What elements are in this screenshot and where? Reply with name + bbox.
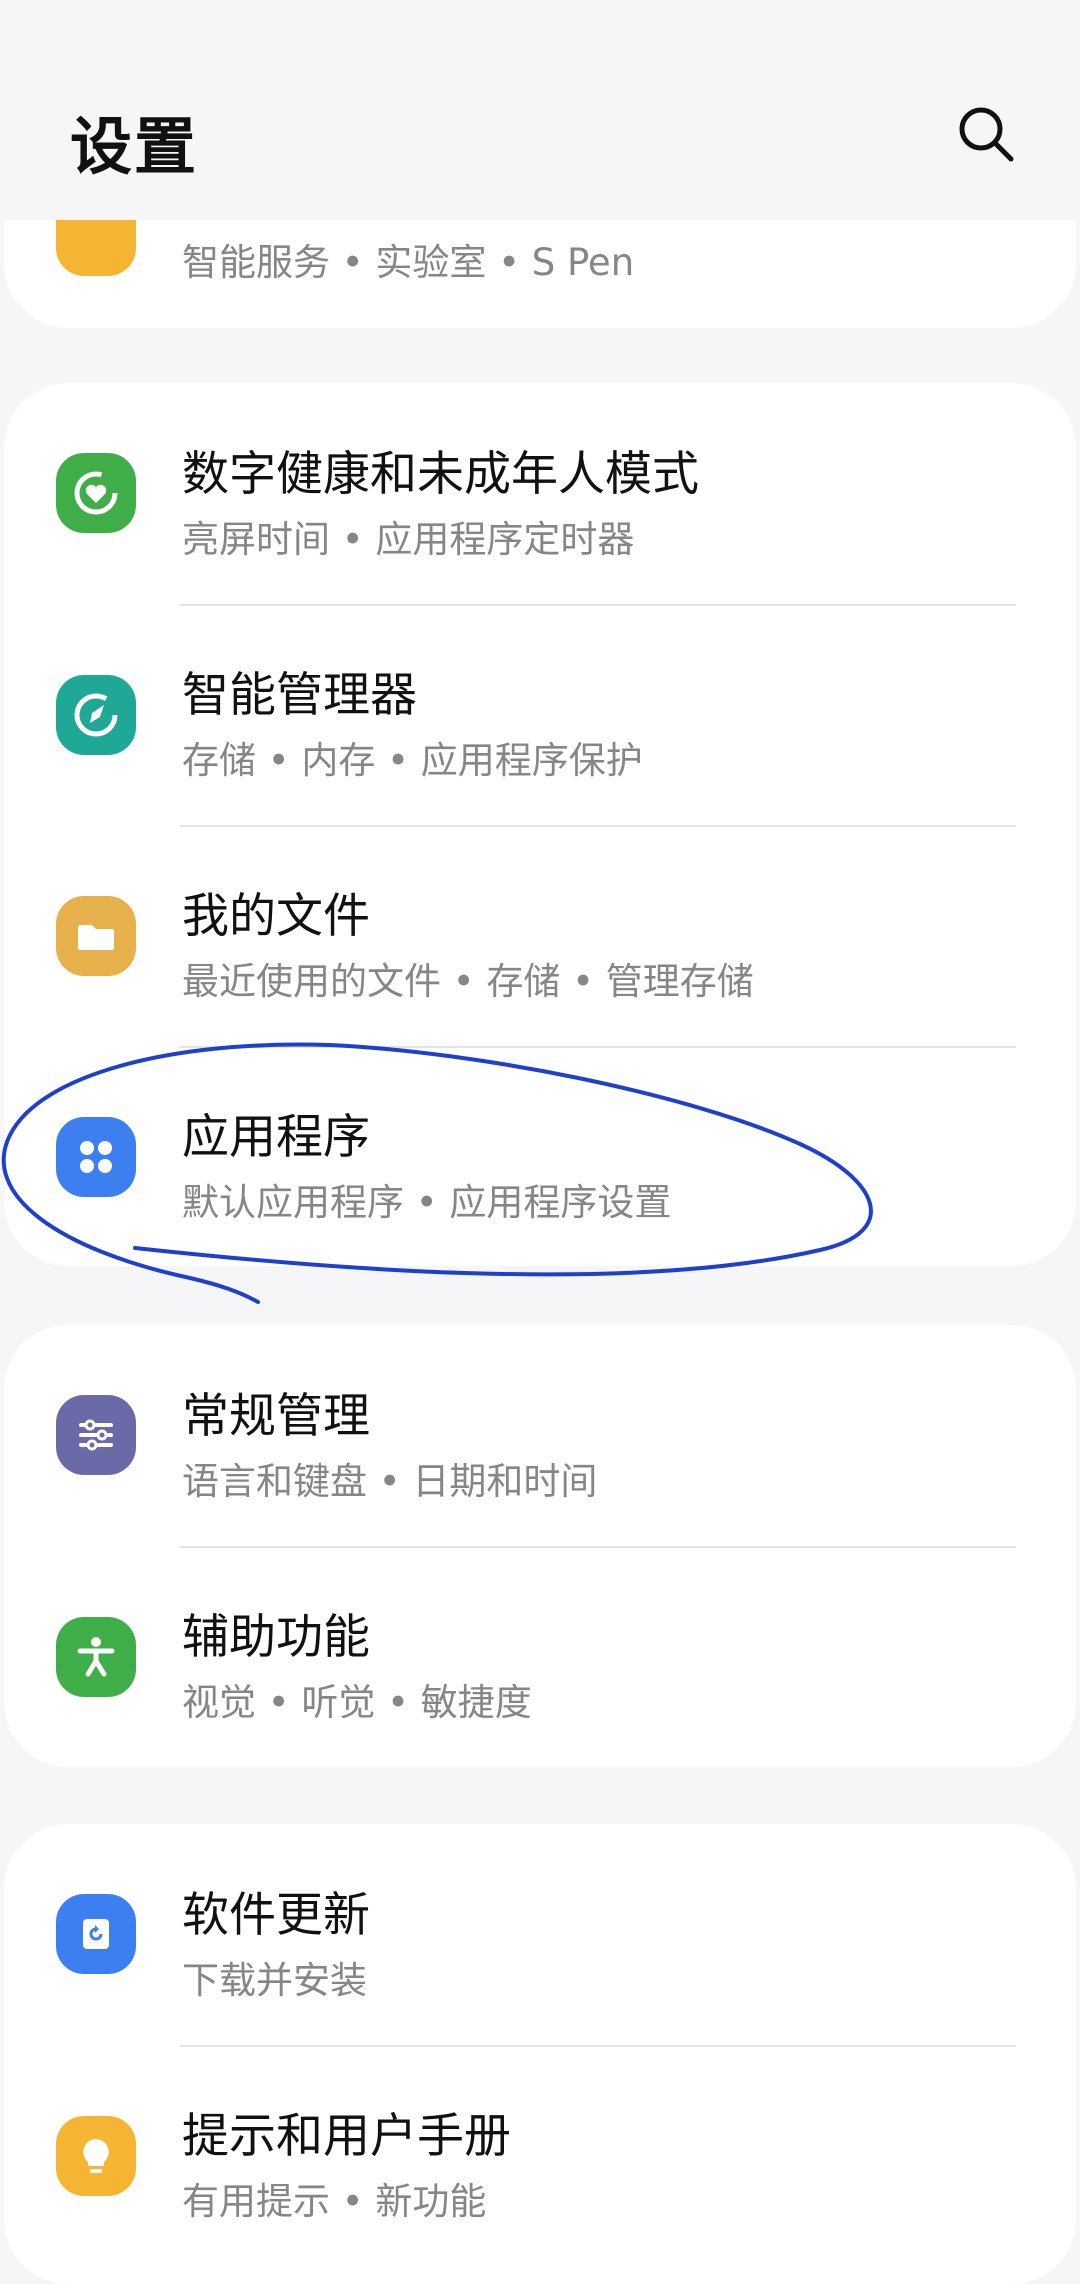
item-subtitle: 下载并安装 bbox=[182, 1959, 367, 2002]
item-label: 提示和用户手册 bbox=[182, 2109, 511, 2164]
item-label: 我的文件 bbox=[182, 889, 370, 944]
settings-item-apps[interactable]: 应用程序 默认应用程序 • 应用程序设置 bbox=[4, 1046, 1076, 1266]
item-subtitle: 亮屏时间 • 应用程序定时器 bbox=[182, 518, 635, 561]
app-header: 设置 bbox=[0, 0, 1080, 220]
settings-item-tips-and-manual[interactable]: 提示和用户手册 有用提示 • 新功能 bbox=[4, 2045, 1076, 2265]
settings-item-my-files[interactable]: 我的文件 最近使用的文件 • 存储 • 管理存储 bbox=[4, 825, 1076, 1045]
apps-icon bbox=[56, 1117, 136, 1197]
settings-item-accessibility[interactable]: 辅助功能 视觉 • 听觉 • 敏捷度 bbox=[4, 1546, 1076, 1766]
item-subtitle: 默认应用程序 • 应用程序设置 bbox=[182, 1181, 672, 1224]
settings-card-1: 数字健康和未成年人模式 亮屏时间 • 应用程序定时器 智能管理器 存储 • 内存… bbox=[4, 383, 1076, 1266]
page-title: 设置 bbox=[70, 110, 199, 183]
search-icon[interactable] bbox=[955, 103, 1019, 167]
settings-card-2: 常规管理 语言和键盘 • 日期和时间 辅助功能 视觉 • 听觉 • 敏捷度 bbox=[4, 1325, 1076, 1767]
settings-item-digital-wellbeing[interactable]: 数字健康和未成年人模式 亮屏时间 • 应用程序定时器 bbox=[4, 383, 1076, 603]
software-update-icon bbox=[56, 1894, 136, 1974]
advanced-features-icon bbox=[56, 220, 136, 276]
item-label: 辅助功能 bbox=[182, 1610, 370, 1665]
device-care-icon bbox=[56, 675, 136, 755]
item-label: 软件更新 bbox=[182, 1888, 370, 1943]
folder-icon bbox=[56, 896, 136, 976]
item-label: 智能管理器 bbox=[182, 668, 417, 723]
item-subtitle: 有用提示 • 新功能 bbox=[182, 2180, 487, 2223]
settings-item-device-care[interactable]: 智能管理器 存储 • 内存 • 应用程序保护 bbox=[4, 604, 1076, 824]
sliders-icon bbox=[56, 1395, 136, 1475]
item-subtitle: 存储 • 内存 • 应用程序保护 bbox=[182, 739, 643, 782]
item-subtitle: 智能服务 • 实验室 • S Pen bbox=[182, 241, 635, 284]
item-subtitle: 语言和键盘 • 日期和时间 bbox=[182, 1460, 598, 1503]
lightbulb-icon bbox=[56, 2116, 136, 2196]
accessibility-icon bbox=[56, 1617, 136, 1697]
digital-wellbeing-icon bbox=[56, 453, 136, 533]
item-label: 常规管理 bbox=[182, 1389, 370, 1444]
item-label: 应用程序 bbox=[182, 1110, 370, 1165]
item-label: 数字健康和未成年人模式 bbox=[182, 447, 699, 502]
settings-item-software-update[interactable]: 软件更新 下载并安装 bbox=[4, 1824, 1076, 2044]
settings-item-general-management[interactable]: 常规管理 语言和键盘 • 日期和时间 bbox=[4, 1325, 1076, 1545]
item-subtitle: 最近使用的文件 • 存储 • 管理存储 bbox=[182, 960, 754, 1003]
settings-card-3: 软件更新 下载并安装 提示和用户手册 有用提示 • 新功能 bbox=[4, 1824, 1076, 2284]
item-subtitle: 视觉 • 听觉 • 敏捷度 bbox=[182, 1681, 532, 1724]
